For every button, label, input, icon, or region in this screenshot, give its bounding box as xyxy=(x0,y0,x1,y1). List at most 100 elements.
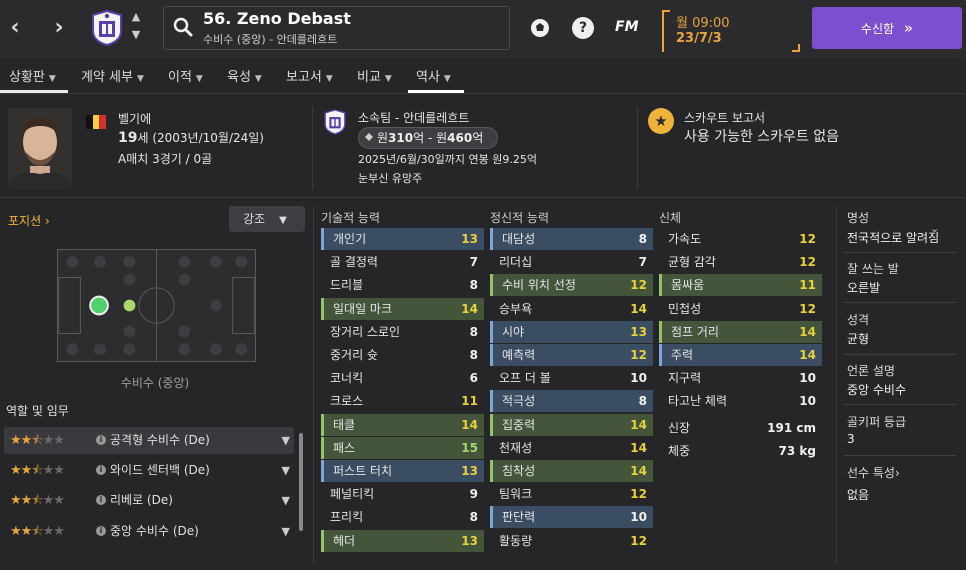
attribute-row[interactable]: 크로스 11 xyxy=(321,390,484,412)
attribute-row[interactable]: 헤더 13 xyxy=(321,530,484,552)
attribute-row[interactable]: 팀워크 12 xyxy=(490,483,653,505)
club-crest-icon[interactable] xyxy=(323,108,347,136)
match-ball-icon[interactable] xyxy=(529,17,551,39)
chevron-down-icon[interactable]: ▼ xyxy=(282,427,290,454)
inbox-button[interactable]: 수신함 » xyxy=(812,7,962,49)
role-row[interactable]: ★★⯪★★ i 중앙 수비수 (De) ▼ xyxy=(4,518,294,545)
attribute-row[interactable]: 민첩성 12 xyxy=(659,298,822,320)
attribute-row[interactable]: 프리킥 8 xyxy=(321,506,484,528)
attribute-row[interactable]: 태클 14 xyxy=(321,414,484,436)
attribute-row[interactable]: 일대일 마크 14 xyxy=(321,298,484,320)
attribute-row[interactable]: 시야 13 xyxy=(490,321,653,343)
chevron-down-icon[interactable]: ▼ xyxy=(282,518,290,545)
attribute-name: 균형 감각 xyxy=(668,255,716,269)
attribute-row[interactable]: 지구력 10 xyxy=(659,367,822,389)
attribute-name: 헤더 xyxy=(333,534,356,548)
attribute-row[interactable]: 주력 14 xyxy=(659,344,822,366)
attribute-row[interactable]: 오프 더 볼 10 xyxy=(490,367,653,389)
attribute-row[interactable]: 균형 감각 12 xyxy=(659,251,822,273)
attribute-row[interactable]: 퍼스트 터치 13 xyxy=(321,460,484,482)
chevron-down-icon[interactable]: ▼ xyxy=(130,28,142,41)
attribute-value: 14 xyxy=(799,325,816,339)
forward-arrow-icon[interactable]: › xyxy=(48,14,70,42)
attribute-value: 13 xyxy=(630,325,647,339)
attribute-row[interactable]: 코너킥 6 xyxy=(321,367,484,389)
attribute-row[interactable]: 골 결정력 7 xyxy=(321,251,484,273)
tab-reports[interactable]: 보고서 ▼ xyxy=(286,66,333,88)
attribute-row[interactable]: 승부욕 14 xyxy=(490,298,653,320)
tab-dashboard[interactable]: 상황판 ▼ xyxy=(9,66,56,88)
attribute-value: 10 xyxy=(630,371,647,385)
attribute-row[interactable]: 침착성 14 xyxy=(490,460,653,482)
value-tag-icon xyxy=(365,133,373,141)
attribute-value: 6 xyxy=(469,371,478,385)
fm-logo-icon[interactable]: FM xyxy=(615,19,639,35)
attribute-row[interactable]: 타고난 체력 10 xyxy=(659,390,822,412)
attribute-row[interactable]: 수비 위치 선정 12 xyxy=(490,274,653,296)
info-icon[interactable]: i xyxy=(96,495,106,505)
attribute-row[interactable]: 드리블 8 xyxy=(321,274,484,296)
attribute-name: 침착성 xyxy=(502,464,536,478)
height-label: 신장 xyxy=(668,421,691,435)
attribute-name: 골 결정력 xyxy=(330,255,378,269)
help-icon[interactable]: ? xyxy=(572,17,594,39)
attribute-value: 14 xyxy=(630,441,647,455)
tab-label: 계약 세부 xyxy=(81,70,133,85)
divider xyxy=(312,106,313,190)
attribute-row[interactable]: 개인기 13 xyxy=(321,228,484,250)
emphasis-dropdown[interactable]: 강조 ▼ xyxy=(229,206,305,232)
attribute-row[interactable]: 판단력 10 xyxy=(490,506,653,528)
attribute-value: 8 xyxy=(469,278,478,292)
position-link[interactable]: 포지션 › xyxy=(8,212,50,229)
info-icon[interactable]: i xyxy=(96,435,106,445)
attribute-row[interactable]: 집중력 14 xyxy=(490,414,653,436)
role-rating-stars-icon: ★★⯪★★ xyxy=(10,463,65,478)
tab-development[interactable]: 육성 ▼ xyxy=(227,66,262,88)
divider xyxy=(844,404,956,405)
tab-history[interactable]: 역사 ▼ xyxy=(416,66,451,88)
role-name: 공격형 수비수 (De) xyxy=(110,433,210,447)
attribute-row[interactable]: 중거리 슛 8 xyxy=(321,344,484,366)
divider xyxy=(844,302,956,303)
attribute-row[interactable]: 장거리 스로인 8 xyxy=(321,321,484,343)
attribute-name: 패스 xyxy=(333,441,356,455)
attribute-row[interactable]: 패스 15 xyxy=(321,437,484,459)
attribute-row[interactable]: 리더십 7 xyxy=(490,251,653,273)
roles-scrollbar[interactable] xyxy=(299,433,303,531)
attribute-row[interactable]: 천재성 14 xyxy=(490,437,653,459)
emphasis-label: 강조 xyxy=(243,212,266,226)
info-icon[interactable]: i xyxy=(96,465,106,475)
player-traits-link[interactable]: 선수 특성› xyxy=(847,464,900,481)
search-icon[interactable] xyxy=(172,16,194,38)
role-row[interactable]: ★★⯪★★ i 리베로 (De) ▼ xyxy=(4,487,294,514)
attribute-row[interactable]: 예측력 12 xyxy=(490,344,653,366)
club-crest-icon[interactable] xyxy=(90,9,124,47)
role-name: 리베로 (De) xyxy=(110,493,173,507)
club-link[interactable]: 소속팀 - 안데를레흐트 xyxy=(358,109,469,126)
attribute-value: 15 xyxy=(461,441,478,455)
info-icon[interactable]: i xyxy=(96,526,106,536)
height-row: 신장 191 cm xyxy=(659,417,822,439)
chevron-down-icon[interactable]: ▼ xyxy=(282,487,290,514)
tab-compare[interactable]: 비교 ▼ xyxy=(357,66,392,88)
attribute-row[interactable]: 대담성 8 xyxy=(490,228,653,250)
role-row[interactable]: ★★⯪★★ i 공격형 수비수 (De) ▼ xyxy=(4,427,294,454)
attribute-row[interactable]: 페널티킥 9 xyxy=(321,483,484,505)
chevron-right-icon: › xyxy=(41,214,50,228)
role-row[interactable]: ★★⯪★★ i 와이드 센터백 (De) ▼ xyxy=(4,457,294,484)
attribute-row[interactable]: 적극성 8 xyxy=(490,390,653,412)
chevron-down-icon[interactable]: ▼ xyxy=(282,457,290,484)
tab-contract[interactable]: 계약 세부 ▼ xyxy=(81,66,144,88)
attribute-name: 리더십 xyxy=(499,255,533,269)
tab-transfer[interactable]: 이적 ▼ xyxy=(168,66,203,88)
attribute-row[interactable]: 가속도 12 xyxy=(659,228,822,250)
attribute-row[interactable]: 몸싸움 11 xyxy=(659,274,822,296)
chevron-up-icon[interactable]: ▲ xyxy=(130,10,142,23)
back-arrow-icon[interactable]: ‹ xyxy=(4,14,26,42)
chevron-down-icon: ▼ xyxy=(384,74,392,84)
attribute-row[interactable]: 활동량 12 xyxy=(490,530,653,552)
goalkeeper-rating-label: 골키퍼 등급 xyxy=(847,415,907,429)
attribute-value: 7 xyxy=(469,255,478,269)
attribute-row[interactable]: 점프 거리 14 xyxy=(659,321,822,343)
attribute-value: 12 xyxy=(630,278,647,292)
